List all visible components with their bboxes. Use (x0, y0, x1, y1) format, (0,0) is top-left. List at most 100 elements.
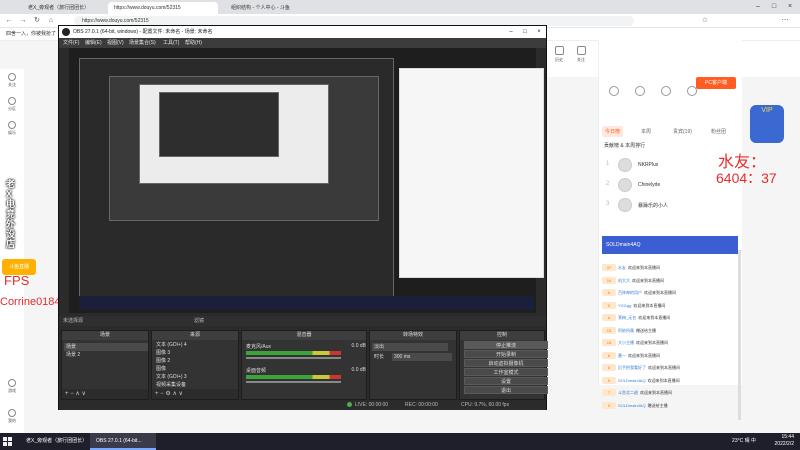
clock[interactable]: 15:44 2022/2/2 (764, 434, 794, 448)
up-icon[interactable]: ∧ (75, 391, 79, 397)
menu-help[interactable]: 帮助(H) (185, 39, 202, 46)
forward-icon[interactable]: → (18, 16, 28, 26)
gear-icon[interactable]: ⚙ (165, 391, 170, 397)
bookmark-item[interactable]: 四舍一入，你被我抢了 (6, 30, 56, 37)
source-item[interactable]: 图像 (154, 365, 238, 373)
nav-follow[interactable]: 关注 (572, 46, 590, 63)
browser-tab-active[interactable]: https://www.douyu.com/52315 (108, 2, 218, 14)
menu-tools[interactable]: 工具(T) (163, 39, 179, 46)
chat-text: 欢迎来到本直播间 (628, 265, 660, 270)
up-icon[interactable]: ∧ (172, 391, 176, 397)
cpu-usage: CPU: 9.7%, 60.00 fps (461, 402, 510, 408)
panel-icon[interactable] (655, 86, 677, 98)
source-item[interactable]: 视频采集设备 (154, 381, 238, 389)
sidebar-item-follow[interactable]: 关注 (2, 73, 22, 88)
chat-username[interactable]: 番一 (618, 353, 626, 358)
volume-slider[interactable] (246, 357, 341, 359)
chat-username[interactable]: 后手把我看好了 (618, 365, 646, 370)
tab-fans[interactable]: 粉丝团 (708, 126, 729, 137)
nav-history[interactable]: 历史 (550, 46, 568, 63)
obs-preview[interactable] (69, 48, 544, 313)
minimize-icon[interactable]: – (504, 26, 518, 38)
filters-button[interactable]: 滤镜 (194, 317, 204, 324)
scene-item[interactable]: 场景 (64, 343, 148, 351)
sidebar-item-entertainment[interactable]: 娱乐 (2, 121, 22, 136)
browser-tab[interactable]: 组织结构 - 个人中心 - 斗鱼 (225, 2, 315, 14)
panel-icon[interactable] (629, 86, 651, 98)
remove-icon[interactable]: − (70, 391, 74, 397)
taskbar-app-browser[interactable]: 老X_旁观者（旅行团团长） (20, 433, 86, 450)
minimize-icon[interactable]: – (750, 0, 766, 14)
sidebar-item-category[interactable]: 分区 (2, 97, 22, 112)
chat-username[interactable]: 百阵神的用户 (618, 290, 642, 295)
remove-icon[interactable]: − (160, 391, 164, 397)
refresh-icon[interactable]: ↻ (32, 16, 42, 26)
pc-client-button[interactable]: PC客户端 (696, 77, 736, 89)
level-badge: 6 (602, 314, 616, 322)
obs-menu-bar: 文件(F) 编辑(E) 视图(V) 场景集合(S) 工具(T) 帮助(H) (59, 38, 546, 48)
sources-toolbar: + − ⚙ ∧ ∨ (152, 389, 238, 399)
tab-vip[interactable]: 贵宾(19) (670, 126, 695, 137)
chat-username[interactable]: 斗鱼北二趟 (618, 390, 638, 395)
chat-username[interactable]: SOLDmain4AQ (618, 378, 646, 383)
chat-username[interactable]: 水友 (618, 265, 626, 270)
transition-select[interactable]: 淡出 (372, 343, 448, 351)
close-icon[interactable]: × (532, 26, 546, 38)
home-icon[interactable]: ⌂ (46, 16, 56, 26)
exit-button[interactable]: 退出 (464, 386, 548, 394)
windows-start-icon[interactable] (3, 437, 12, 446)
chat-username[interactable]: YGGgg (618, 303, 631, 308)
maximize-icon[interactable]: □ (766, 0, 782, 14)
chat-text: 欢迎来到本直播间 (628, 352, 660, 358)
panel-icon[interactable] (603, 86, 625, 98)
chat-username[interactable]: 大小主播 (618, 340, 634, 345)
system-tray[interactable]: 23°C 晴 中 (732, 433, 756, 450)
studio-mode-button[interactable]: 工作室模式 (464, 368, 548, 376)
virtual-camera-button[interactable]: 启动虚拟摄像机 (464, 359, 548, 367)
settings-button[interactable]: 设置 (464, 377, 548, 385)
tab-week[interactable]: 本周 (638, 126, 654, 137)
chat-message: 9 SOLDmain4AQ 赠送给主播 (602, 400, 738, 411)
down-icon[interactable]: ∨ (179, 391, 183, 397)
browser-tab[interactable]: 老X_旁观者（旅行团团长） (22, 2, 102, 14)
sidebar-item-mine[interactable]: 我的 (2, 409, 22, 424)
chat-message: 7 斗鱼北二趟 欢迎来到本直播间 (602, 387, 738, 398)
level-badge: 37 (602, 264, 616, 272)
chat-username[interactable]: 阿依所属 (618, 328, 634, 333)
transitions-dock: 转场特效 淡出 时长 300 ms (369, 330, 457, 400)
add-icon[interactable]: + (155, 391, 159, 397)
menu-view[interactable]: 视图(V) (107, 39, 124, 46)
menu-scene-collection[interactable]: 场景集合(S) (129, 39, 156, 46)
chat-scrollbar[interactable] (738, 250, 741, 420)
menu-file[interactable]: 文件(F) (63, 39, 79, 46)
scene-item[interactable]: 场景 2 (64, 351, 148, 359)
down-icon[interactable]: ∨ (81, 391, 85, 397)
volume-slider[interactable] (246, 381, 341, 383)
menu-icon[interactable]: ⋯ (780, 16, 790, 26)
taskbar-app-obs[interactable]: OBS 27.0.1 (64-bit... (90, 433, 156, 450)
source-item[interactable]: 文本 (GDI+) 3 (154, 373, 238, 381)
add-icon[interactable]: + (65, 391, 69, 397)
menu-edit[interactable]: 编辑(E) (85, 39, 102, 46)
back-icon[interactable]: ← (4, 16, 14, 26)
favorite-icon[interactable]: ☆ (700, 16, 710, 26)
chat-text: 欢迎来到本直播间 (640, 390, 672, 395)
follow-icon (576, 46, 586, 55)
source-item[interactable]: 文本 (GDI+) 4 (154, 341, 238, 349)
start-recording-button[interactable]: 开始录制 (464, 350, 548, 358)
source-item[interactable]: 图像 3 (154, 349, 238, 357)
close-icon[interactable]: × (782, 0, 798, 14)
level-badge: 8 (602, 351, 616, 359)
rank-row[interactable]: 3 暴躁乐的小人 (604, 196, 740, 214)
stop-streaming-button[interactable]: 停止推流 (464, 341, 548, 349)
tab-today[interactable]: 今日榜 (602, 126, 624, 137)
chat-username[interactable]: SOLDmain4AQ (618, 403, 646, 408)
rec-timer: REC: 00:00:00 (405, 402, 438, 408)
chat-username[interactable]: 机大大 (618, 278, 630, 283)
sidebar-item-game[interactable]: 游戏 (2, 379, 22, 394)
source-item[interactable]: 图像 2 (154, 357, 238, 365)
chat-username[interactable]: 莱梅_无名 (618, 315, 636, 320)
chat-text: 欢迎来到本直播间 (648, 365, 680, 370)
maximize-icon[interactable]: □ (518, 26, 532, 38)
duration-field[interactable]: 300 ms (392, 353, 452, 361)
